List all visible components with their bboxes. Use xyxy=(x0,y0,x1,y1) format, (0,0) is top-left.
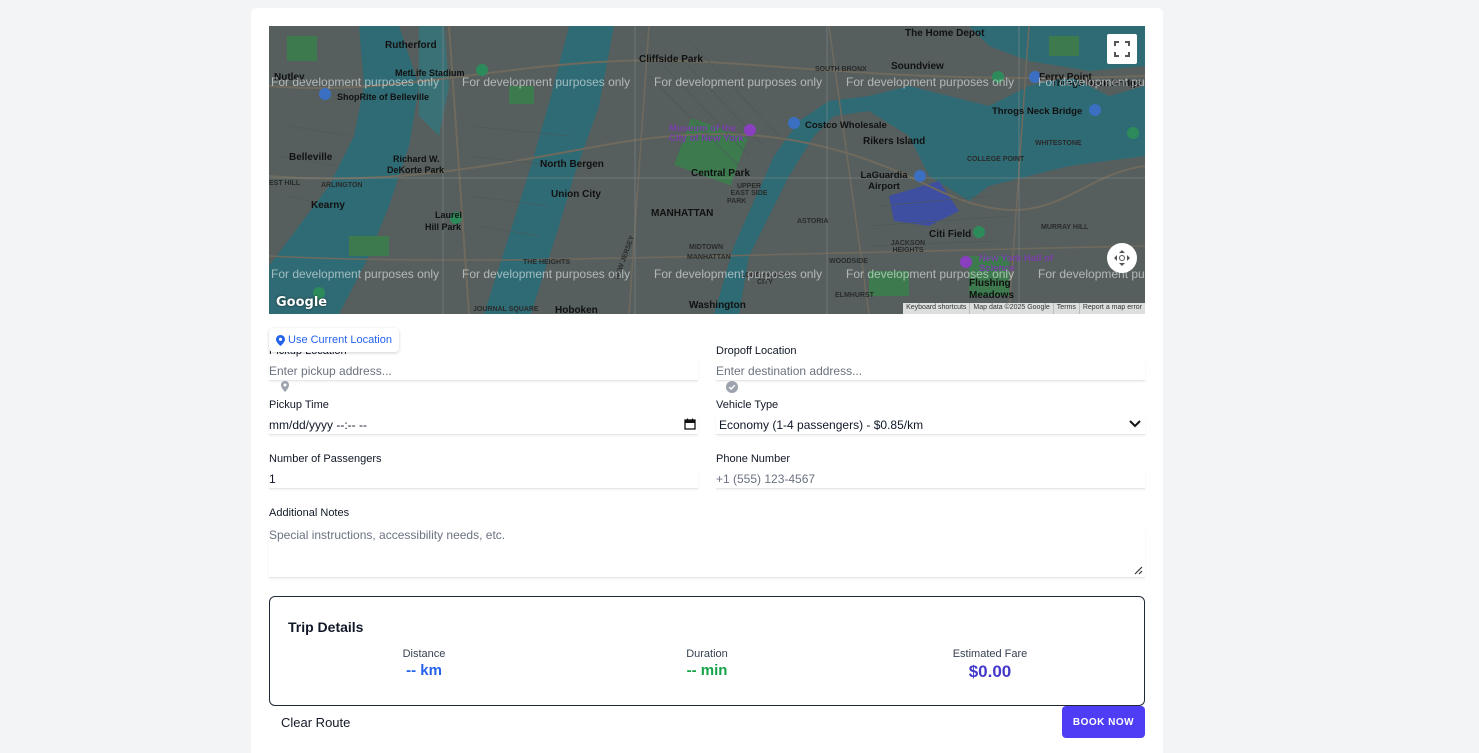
vehicle-type-label: Vehicle Type xyxy=(716,399,779,411)
chevron-down-icon xyxy=(1129,420,1141,428)
move-arrows-icon xyxy=(1114,250,1130,266)
map-label-throgs-neck-bridge: Throgs Neck Bridge xyxy=(992,106,1083,117)
fullscreen-icon xyxy=(1114,41,1130,57)
map-label-park: PARK xyxy=(727,198,747,205)
distance-label: Distance xyxy=(402,648,446,660)
map-label-woodside: WOODSIDE xyxy=(829,258,868,265)
map-label-dekorte: DeKorte Park xyxy=(387,165,445,175)
map-label-manhattan: MANHATTAN xyxy=(651,208,714,219)
dev-watermark: For development purposes only xyxy=(846,75,1015,89)
dev-watermark: For development purposes only xyxy=(271,75,440,89)
map-label-kearny: Kearny xyxy=(311,200,345,211)
map-label-soundview: Soundview xyxy=(891,61,944,72)
dev-watermark: For development purposes only xyxy=(654,267,823,281)
map-label-central-park: Central Park xyxy=(691,168,750,179)
map-label-shoprite: ShopRite of Belleville xyxy=(337,92,430,102)
map-label-laguardia: LaGuardia Airport xyxy=(860,170,908,192)
map-label-astoria: ASTORIA xyxy=(797,218,829,225)
pickup-time-value: mm/dd/yyyy --:-- -- xyxy=(269,417,367,432)
pickup-time-label: Pickup Time xyxy=(269,399,329,411)
dropoff-check-icon xyxy=(726,381,738,393)
pickup-time-input[interactable]: mm/dd/yyyy --:-- -- xyxy=(269,415,698,435)
passengers-label: Number of Passengers xyxy=(269,453,382,465)
map-label-laurel: Laurel xyxy=(435,210,463,220)
additional-notes-placeholder: Special instructions, accessibility need… xyxy=(269,528,506,542)
passengers-input[interactable]: 1 xyxy=(269,469,698,489)
map-label-arlington: ARLINGTON xyxy=(321,182,363,189)
map-label-college-point: COLLEGE POINT xyxy=(967,156,1025,163)
map-label-hill-park: Hill Park xyxy=(425,222,462,232)
map-label-home-depot: The Home Depot xyxy=(905,28,985,39)
dropoff-location-input[interactable]: Enter destination address... xyxy=(716,361,1145,381)
trip-details-panel: Trip Details Distance -- km Duration -- … xyxy=(269,596,1145,706)
map-label-costco: Costco Wholesale xyxy=(805,120,887,131)
vehicle-type-value: Economy (1-4 passengers) - $0.85/km xyxy=(719,417,924,432)
terms-link[interactable]: Terms xyxy=(1052,303,1079,314)
pickup-marker-icon xyxy=(281,381,289,392)
map-label-hoboken: Hoboken xyxy=(555,305,598,314)
additional-notes-label: Additional Notes xyxy=(269,507,350,519)
phone-number-input[interactable]: +1 (555) 123-4567 xyxy=(716,469,1145,489)
map-label-south-bronx: SOUTH BRONX xyxy=(815,66,867,73)
map-label-upper-east-side: UPPER EAST SIDE xyxy=(730,183,768,197)
map-label-rutherford: Rutherford xyxy=(385,40,437,51)
map-label-journal-square: JOURNAL SQUARE xyxy=(473,306,539,313)
map-label-jackson-heights: JACKSON HEIGHTS xyxy=(890,240,926,254)
map-data-text: Map data ©2025 Google xyxy=(969,303,1052,314)
dropoff-location-label: Dropoff Location xyxy=(716,345,797,357)
map-label-murray-hill: MURRAY HILL xyxy=(1041,224,1089,231)
map-label-richard-w: Richard W. xyxy=(393,154,440,164)
map-label-citi-field: Citi Field xyxy=(929,229,972,240)
keyboard-shortcuts-link[interactable]: Keyboard shortcuts xyxy=(903,303,969,314)
report-map-error-link[interactable]: Report a map error xyxy=(1078,303,1145,314)
map-view[interactable]: Rutherford Nutley MetLife Stadium ShopRi… xyxy=(269,26,1145,314)
booking-card: Rutherford Nutley MetLife Stadium ShopRi… xyxy=(251,8,1163,753)
dev-watermark: For development purposes only xyxy=(462,267,631,281)
fare-stat: Estimated Fare $0.00 xyxy=(890,648,1090,682)
map-label-flushing-meadows: Meadows xyxy=(969,290,1015,301)
map-label-north-bergen: North Bergen xyxy=(540,159,604,170)
map-label-elmhurst: ELMHURST xyxy=(835,292,874,299)
vehicle-type-select[interactable]: Economy (1-4 passengers) - $0.85/km xyxy=(716,415,1145,435)
dev-watermark: For development purposes only xyxy=(654,75,823,89)
map-label-east-hill: EST HILL xyxy=(269,180,301,187)
fullscreen-button[interactable] xyxy=(1107,34,1137,64)
map-label-manhattan-sub: MANHATTAN xyxy=(687,254,731,261)
additional-notes-textarea[interactable]: Special instructions, accessibility need… xyxy=(269,526,1145,578)
pickup-location-input[interactable]: Enter pickup address... xyxy=(269,361,698,381)
map-label-rikers-island: Rikers Island xyxy=(863,136,926,147)
clear-route-button[interactable]: Clear Route xyxy=(281,715,350,730)
use-current-location-button[interactable]: Use Current Location xyxy=(269,328,399,352)
camera-control-button[interactable] xyxy=(1107,243,1137,273)
dev-watermark: For development purposes only xyxy=(846,267,1015,281)
map-label-the-heights: THE HEIGHTS xyxy=(523,259,571,266)
duration-value: -- min xyxy=(686,662,728,679)
google-logo: Google xyxy=(276,295,328,310)
distance-value: -- km xyxy=(406,662,442,679)
location-pin-icon xyxy=(276,334,285,346)
map-label-midtown: MIDTOWN xyxy=(689,244,724,251)
map-label-washington: Washington xyxy=(689,300,746,311)
use-current-location-label: Use Current Location xyxy=(288,334,392,346)
map-label-union-city: Union City xyxy=(551,189,601,200)
calendar-icon[interactable] xyxy=(684,418,696,430)
phone-number-label: Phone Number xyxy=(716,453,790,465)
dev-watermark: For development purposes only xyxy=(462,75,631,89)
book-now-button[interactable]: BOOK NOW xyxy=(1062,706,1145,738)
dev-watermark: For development purposes only xyxy=(1038,75,1145,89)
estimated-fare-value: $0.00 xyxy=(968,662,1012,681)
map-attribution: Keyboard shortcuts Map data ©2025 Google… xyxy=(903,303,1145,314)
dev-watermark: For development purposes only xyxy=(271,267,440,281)
map-label-cliffside-park: Cliffside Park xyxy=(639,54,703,65)
map-label-whitestone: WHITESTONE xyxy=(1035,140,1082,147)
distance-stat: Distance -- km xyxy=(324,648,524,679)
map-label-museum: Museum of the City of New York xyxy=(669,123,744,144)
duration-stat: Duration -- min xyxy=(607,648,807,679)
trip-details-title: Trip Details xyxy=(288,619,364,635)
resize-handle-icon[interactable] xyxy=(1133,565,1143,575)
map-label-belleville: Belleville xyxy=(289,152,333,163)
estimated-fare-label: Estimated Fare xyxy=(952,648,1028,660)
duration-label: Duration xyxy=(686,648,728,660)
